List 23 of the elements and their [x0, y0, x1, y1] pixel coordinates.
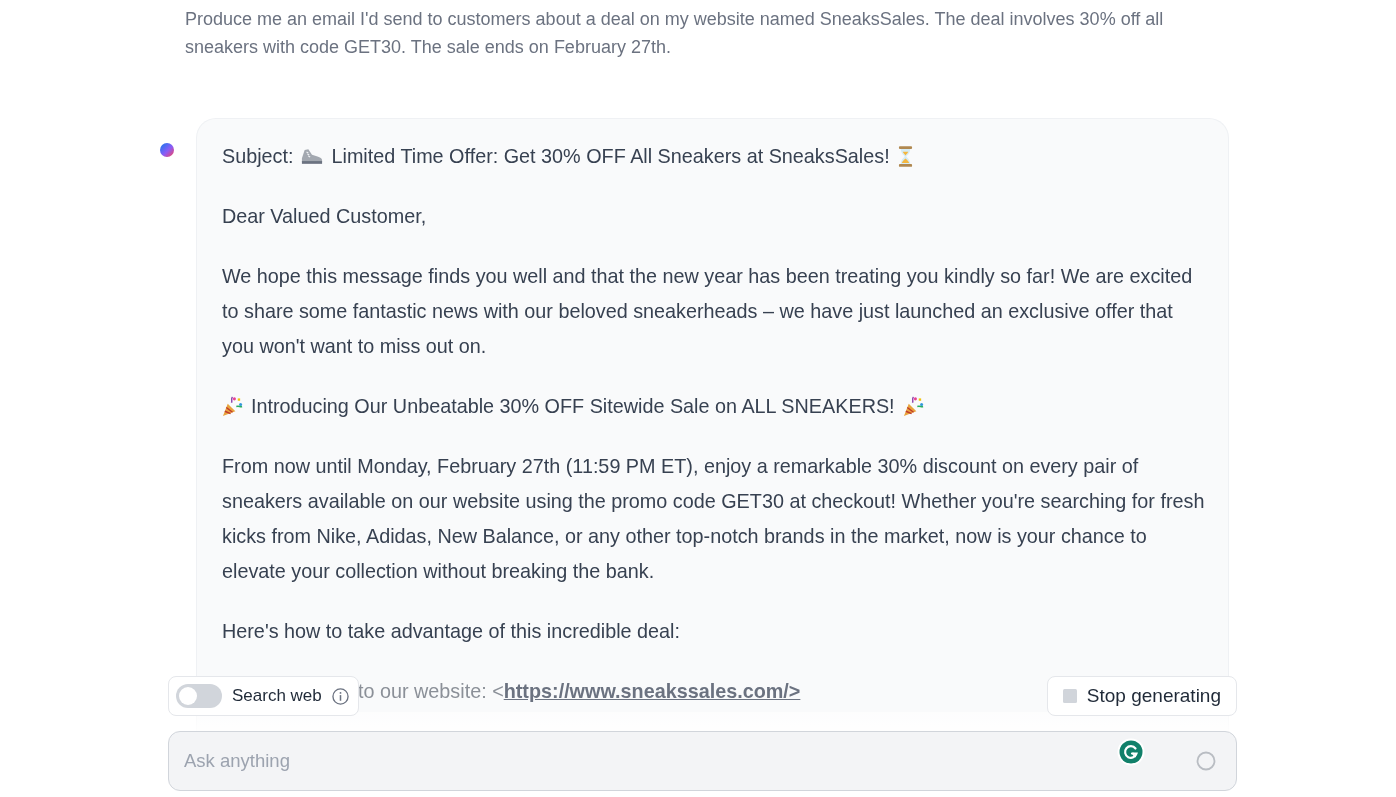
avatar-dot-icon: [160, 143, 174, 157]
subject-text: Limited Time Offer: Get 30% OFF All Sneakers at SneaksSales!: [331, 144, 890, 169]
party-popper-icon: [902, 396, 924, 417]
ask-input-field[interactable]: Ask anything: [168, 731, 1237, 791]
stop-generating-button[interactable]: Stop generating: [1046, 676, 1237, 716]
paragraph: We hope this message finds you well and that the new year has been treating you kindly so far! We are excited to share some fantastic news with our beloved sneakerheads – we have just launched an exclusive offer that you won't want to miss out on.: [222, 264, 1194, 359]
sneaker-icon: [301, 148, 324, 165]
stop-square-icon: [1062, 689, 1077, 703]
grammarly-g-icon[interactable]: [1117, 738, 1145, 766]
paragraph: Here's how to take advantage of this incredible deal:: [222, 619, 681, 644]
banner-heading: Introducing Our Unbeatable 30% OFF Sitewide Sale on ALL SNEAKERS!: [251, 394, 895, 419]
search-web-label: Search web: [232, 686, 322, 706]
list-item-text: to our website: <: [358, 680, 504, 702]
party-popper-icon: [222, 396, 243, 417]
hourglass-icon: [897, 146, 913, 167]
user-prompt: Produce me an email I'd send to customers about a deal on my website named SneaksSales. The deal involves 30% off all sneakers with code GET30. The sale ends on February 27th.: [185, 8, 1165, 59]
subject-label: Subject:: [222, 144, 294, 169]
info-icon[interactable]: [331, 687, 349, 705]
paragraph: From now until Monday, February 27th (11:59 PM ET), enjoy a remarkable 30% discount on every pair of sneakers available on our website using the promo code GET30 at checkout! Whether you're searching for fresh kicks from Nike, Adidas, New Balance, or any other top-notch brands in the market, now is your chance to elevate your collection without breaking the bank.: [222, 454, 1205, 584]
paragraph: Dear Valued Customer,: [222, 204, 428, 229]
toggle-switch[interactable]: [176, 684, 222, 708]
loading-ring-icon: [1196, 751, 1216, 771]
website-link[interactable]: https://www.sneakssales.com/>: [503, 680, 801, 702]
